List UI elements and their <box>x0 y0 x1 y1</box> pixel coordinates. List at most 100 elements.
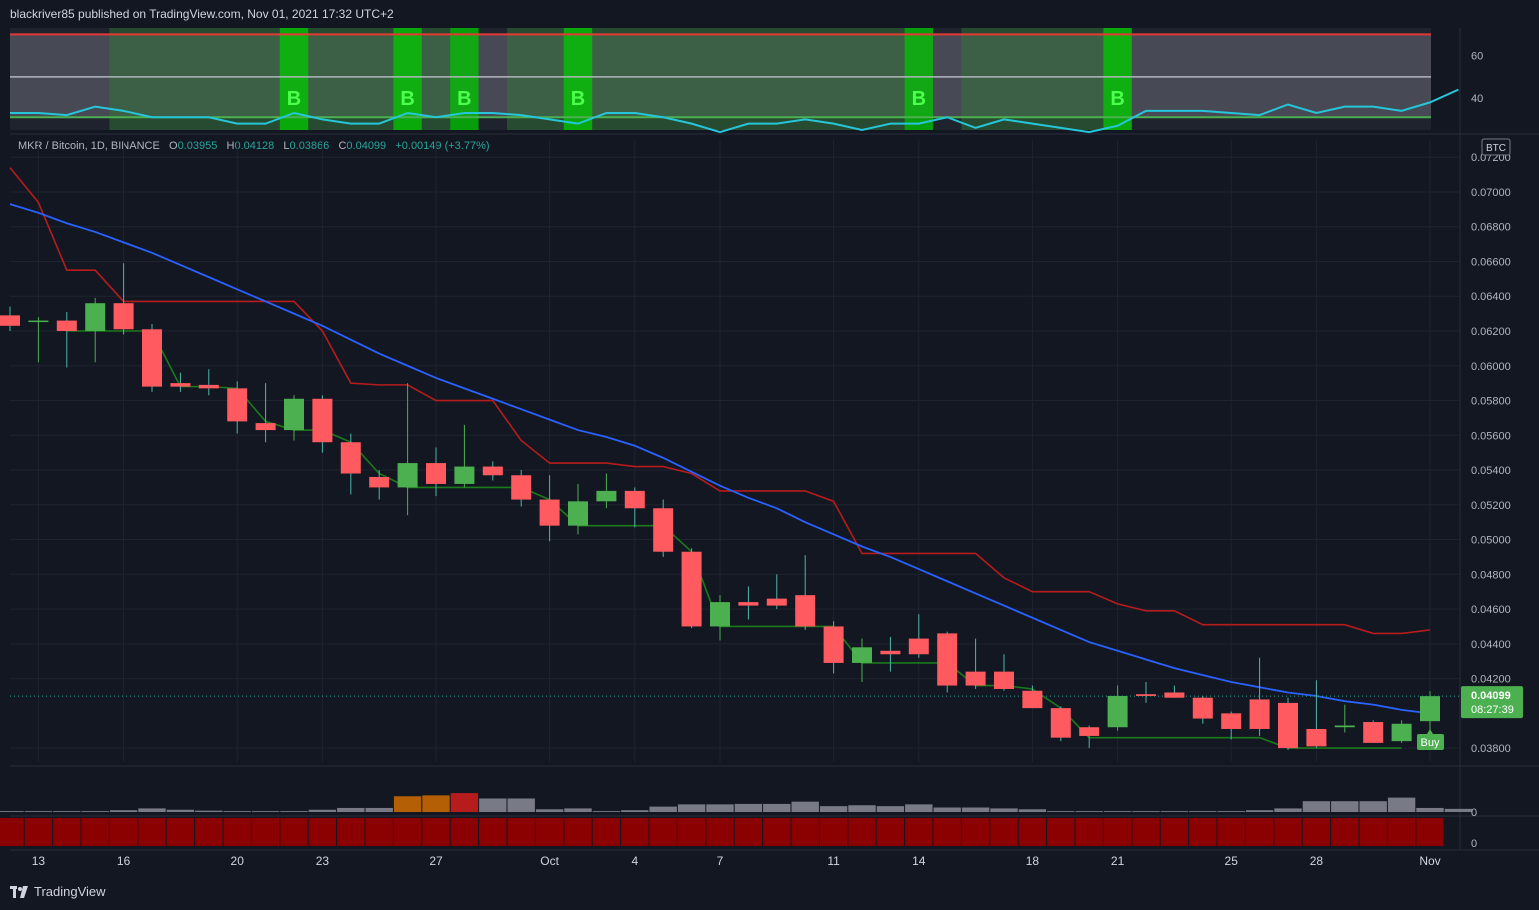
candle-body <box>1363 722 1384 743</box>
volume-bar <box>990 808 1018 812</box>
oscillator-buy-bar <box>279 28 309 130</box>
price-tick-label: 0.04800 <box>1471 569 1511 581</box>
candle-body <box>1221 713 1242 729</box>
volume-bar <box>1047 811 1075 812</box>
candle-body <box>85 303 106 332</box>
histogram-bar <box>649 818 677 846</box>
histogram-bar <box>535 818 564 846</box>
open-label: O <box>169 140 178 152</box>
price-tick-label: 0.04600 <box>1471 604 1511 616</box>
histogram-bar <box>365 818 393 846</box>
oscillator-tick-label: 60 <box>1471 51 1483 63</box>
x-tick-label: 27 <box>429 854 443 868</box>
oscillator-buy-bar <box>393 28 422 130</box>
histogram-bar <box>24 818 53 846</box>
chart-canvas[interactable]: BBBBBB Buy 60400.072000.070000.068000.06… <box>0 0 1539 910</box>
candle-body <box>198 384 219 389</box>
volume-bar <box>24 811 53 812</box>
candle-body <box>1136 694 1156 696</box>
candle-body <box>482 466 503 476</box>
volume-bar <box>1444 808 1473 812</box>
volume-bar <box>621 810 649 812</box>
histogram-bar <box>905 818 933 846</box>
volume-bar <box>1274 808 1302 812</box>
candle-body <box>653 508 674 552</box>
price-tick-label: 0.05200 <box>1471 500 1511 512</box>
histogram-bar <box>251 818 280 846</box>
oscillator-buy-label: B <box>912 88 926 110</box>
histogram-bar <box>53 818 81 846</box>
histogram-bar <box>1359 818 1387 846</box>
x-tick-label: 18 <box>1026 854 1040 868</box>
candle-body <box>113 303 134 330</box>
histogram-bar <box>734 818 763 846</box>
candle-body <box>795 595 816 627</box>
candle-body <box>710 602 730 627</box>
candle-body <box>0 315 20 326</box>
x-tick-label: 13 <box>32 854 46 868</box>
volume-bar <box>223 811 251 812</box>
histogram-bar <box>1189 818 1217 846</box>
volume-bar <box>81 811 109 812</box>
candle-body <box>1278 702 1298 749</box>
candle-body <box>823 626 844 663</box>
change-value: +0.00149 (+3.77%) <box>395 140 490 152</box>
volume-bar <box>1160 811 1189 812</box>
volume-bar <box>535 809 564 812</box>
oscillator-green-zone <box>507 28 905 130</box>
price-tick-label: 0.06200 <box>1471 326 1511 338</box>
candle-body <box>1022 690 1043 709</box>
candle-body <box>681 551 702 627</box>
candle-body <box>56 320 77 332</box>
close-value: 0.04099 <box>346 140 387 152</box>
volume-bar <box>507 798 535 812</box>
x-tick-label: Oct <box>540 854 559 868</box>
candle-body <box>1107 695 1128 728</box>
candle-body <box>596 490 617 502</box>
oscillator-buy-bar <box>450 28 479 130</box>
volume-bar <box>1245 810 1274 812</box>
price-tick-label: 0.07000 <box>1471 187 1511 199</box>
x-tick-label: 21 <box>1111 854 1125 868</box>
candle-body <box>1050 708 1071 738</box>
volume-bar <box>1132 811 1160 812</box>
price-tick-label: 0.06600 <box>1471 256 1511 268</box>
footer: TradingView <box>10 884 106 899</box>
low-value: 0.03866 <box>289 140 330 152</box>
x-tick-label: Nov <box>1419 854 1440 868</box>
volume-bar <box>564 808 592 812</box>
candle-body <box>312 398 333 443</box>
axes: 60400.072000.070000.068000.066000.064000… <box>32 51 1523 868</box>
open-value: 0.03955 <box>177 140 218 152</box>
histogram-bar <box>1018 818 1047 846</box>
candle-body <box>284 398 304 431</box>
histogram-bar <box>223 818 251 846</box>
oscillator-tick-label: 40 <box>1471 93 1483 105</box>
lower-band-line <box>66 330 1402 749</box>
volume-bar <box>905 804 933 812</box>
symbol-name[interactable]: MKR / Bitcoin, 1D, BINANCE <box>18 140 160 152</box>
candle-body <box>568 501 588 526</box>
volume-bar <box>195 810 223 812</box>
histogram-bar <box>1416 818 1444 846</box>
histogram-bar <box>479 818 507 846</box>
currency-label: BTC <box>1486 143 1506 154</box>
volume-bar <box>308 809 337 812</box>
volume-bar <box>53 811 81 812</box>
volume-bar <box>138 808 166 812</box>
oscillator-buy-bar <box>1103 28 1132 130</box>
candle-body <box>397 463 418 488</box>
candle-body <box>880 650 901 655</box>
candle-body <box>340 442 361 474</box>
tradingview-logo-icon <box>10 885 28 898</box>
volume-bar <box>109 810 138 812</box>
candle-body <box>1164 692 1185 698</box>
publisher-header: blackriver85 published on TradingView.co… <box>10 7 394 21</box>
volume-bar <box>337 807 365 812</box>
buy-signal-pointer <box>1427 729 1433 734</box>
volume-bar <box>933 807 961 812</box>
footer-brand[interactable]: TradingView <box>34 884 106 899</box>
volume-bar <box>1217 811 1245 812</box>
volume-bar <box>848 805 876 812</box>
volume-bar <box>706 804 734 812</box>
